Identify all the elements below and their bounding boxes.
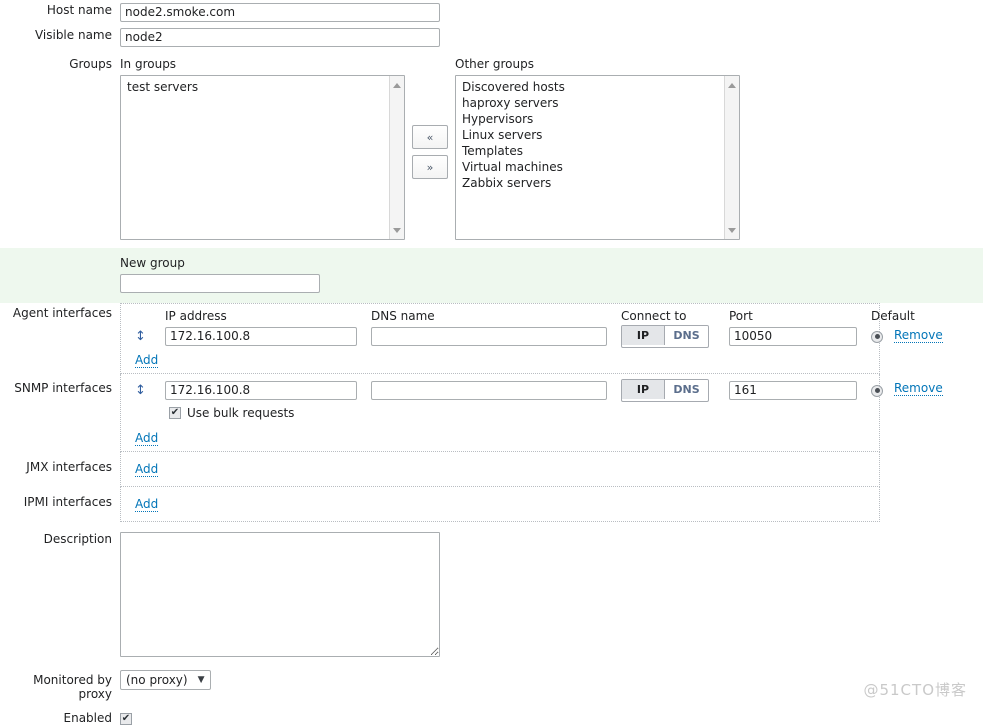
- monitored-by-proxy-value: (no proxy): [126, 673, 188, 687]
- snmp-port-input[interactable]: [729, 381, 857, 400]
- agent-interfaces-block: IP address DNS name Connect to Port Defa…: [120, 303, 915, 374]
- column-header-port: Port: [729, 309, 753, 323]
- snmp-interface-row: ↕ IP DNS: [121, 378, 883, 403]
- agent-ip-input[interactable]: [165, 327, 357, 346]
- snmp-ip-input[interactable]: [165, 381, 357, 400]
- monitored-by-proxy-label: Monitored by proxy: [33, 673, 112, 701]
- snmp-interfaces-label: SNMP interfaces: [14, 381, 112, 395]
- scroll-up-icon[interactable]: [725, 78, 739, 92]
- other-groups-column: Other groups Discovered hosts haproxy ser…: [455, 57, 740, 240]
- snmp-connect-ip-option[interactable]: IP: [622, 380, 665, 399]
- agent-interface-column-headers: IP address DNS name Connect to Port Defa…: [121, 308, 915, 324]
- in-groups-scrollbar[interactable]: [389, 76, 404, 239]
- other-groups-scrollbar[interactable]: [724, 76, 739, 239]
- agent-connect-to-toggle[interactable]: IP DNS: [621, 325, 709, 348]
- host-name-label: Host name: [46, 3, 112, 17]
- snmp-dns-input[interactable]: [371, 381, 607, 400]
- visible-name-row: Visible name: [0, 22, 983, 47]
- in-groups-listbox[interactable]: test servers: [120, 75, 405, 240]
- snmp-connect-to-toggle[interactable]: IP DNS: [621, 379, 709, 402]
- visible-name-input[interactable]: [120, 28, 440, 47]
- agent-port-input[interactable]: [729, 327, 857, 346]
- new-group-row: New group: [0, 256, 983, 293]
- monitored-by-proxy-row: Monitored by proxy (no proxy) ▼: [0, 660, 983, 701]
- drag-handle-icon[interactable]: ↕: [135, 330, 146, 343]
- column-header-dns-name: DNS name: [371, 309, 435, 323]
- list-item[interactable]: haproxy servers: [460, 95, 739, 111]
- snmp-interfaces-block: ↕ IP DNS: [120, 374, 883, 452]
- host-name-input[interactable]: [120, 3, 440, 22]
- scroll-up-icon[interactable]: [390, 78, 404, 92]
- agent-dns-input[interactable]: [371, 327, 607, 346]
- list-item[interactable]: Discovered hosts: [460, 79, 739, 95]
- new-group-input[interactable]: [120, 274, 320, 293]
- drag-handle-icon[interactable]: ↕: [135, 384, 146, 397]
- groups-label: Groups: [69, 57, 112, 71]
- new-group-caption: New group: [120, 256, 185, 270]
- agent-default-radio[interactable]: [871, 330, 883, 343]
- other-groups-listbox[interactable]: Discovered hosts haproxy servers Hyperviso…: [455, 75, 740, 240]
- in-groups-caption: In groups: [120, 57, 177, 71]
- ipmi-interfaces-block: Add: [120, 487, 880, 522]
- agent-interface-row: ↕ IP DNS: [121, 324, 883, 349]
- use-bulk-requests-label: Use bulk requests: [187, 406, 295, 420]
- jmx-interfaces-row: JMX interfaces Add: [0, 452, 983, 487]
- agent-add-link[interactable]: Add: [135, 353, 159, 368]
- description-row: Description: [0, 522, 983, 660]
- column-header-ip-address: IP address: [165, 309, 227, 323]
- groups-row: Groups In groups test servers « » Other …: [0, 47, 983, 240]
- monitored-by-proxy-select[interactable]: (no proxy) ▼: [120, 670, 211, 690]
- other-groups-caption: Other groups: [455, 57, 534, 71]
- column-header-default: Default: [871, 309, 915, 323]
- list-item[interactable]: Zabbix servers: [460, 175, 739, 191]
- list-item[interactable]: Virtual machines: [460, 159, 739, 175]
- description-textarea[interactable]: [120, 532, 440, 657]
- snmp-connect-dns-option[interactable]: DNS: [665, 380, 708, 399]
- new-group-band: New group: [0, 248, 983, 303]
- list-item[interactable]: Hypervisors: [460, 111, 739, 127]
- move-left-button[interactable]: «: [412, 125, 448, 149]
- jmx-interfaces-label: JMX interfaces: [26, 460, 112, 474]
- in-groups-column: In groups test servers: [120, 57, 405, 240]
- scroll-down-icon[interactable]: [390, 223, 404, 237]
- watermark: @51CTO博客: [863, 681, 967, 699]
- jmx-add-link[interactable]: Add: [135, 462, 159, 477]
- description-label: Description: [43, 532, 112, 546]
- list-item[interactable]: Templates: [460, 143, 739, 159]
- move-right-button[interactable]: »: [412, 155, 448, 179]
- enabled-row: Enabled ✔: [0, 701, 983, 725]
- agent-connect-dns-option[interactable]: DNS: [665, 326, 708, 345]
- list-item[interactable]: Linux servers: [460, 127, 739, 143]
- visible-name-label: Visible name: [34, 28, 112, 42]
- use-bulk-requests-checkbox[interactable]: ✔: [169, 407, 181, 419]
- snmp-add-link[interactable]: Add: [135, 431, 159, 446]
- agent-connect-ip-option[interactable]: IP: [622, 326, 665, 345]
- enabled-label: Enabled: [63, 711, 113, 725]
- enabled-checkbox[interactable]: ✔: [120, 713, 132, 725]
- scroll-down-icon[interactable]: [725, 223, 739, 237]
- chevron-down-icon: ▼: [197, 675, 205, 685]
- column-header-connect-to: Connect to: [621, 309, 687, 323]
- jmx-interfaces-block: Add: [120, 452, 880, 487]
- snmp-bulk-requests-row: ✔ Use bulk requests: [121, 403, 879, 423]
- ipmi-interfaces-label: IPMI interfaces: [23, 495, 112, 509]
- agent-interfaces-row: Agent interfaces IP address DNS name Con…: [0, 303, 983, 374]
- host-name-row: Host name: [0, 0, 983, 22]
- ipmi-add-link[interactable]: Add: [135, 497, 159, 512]
- group-transfer-buttons: « »: [405, 57, 455, 185]
- ipmi-interfaces-row: IPMI interfaces Add: [0, 487, 983, 522]
- list-item[interactable]: test servers: [125, 79, 404, 95]
- agent-interfaces-label: Agent interfaces: [12, 306, 112, 320]
- snmp-interfaces-row: SNMP interfaces ↕ IP DNS: [0, 374, 983, 452]
- snmp-default-radio[interactable]: [871, 384, 883, 397]
